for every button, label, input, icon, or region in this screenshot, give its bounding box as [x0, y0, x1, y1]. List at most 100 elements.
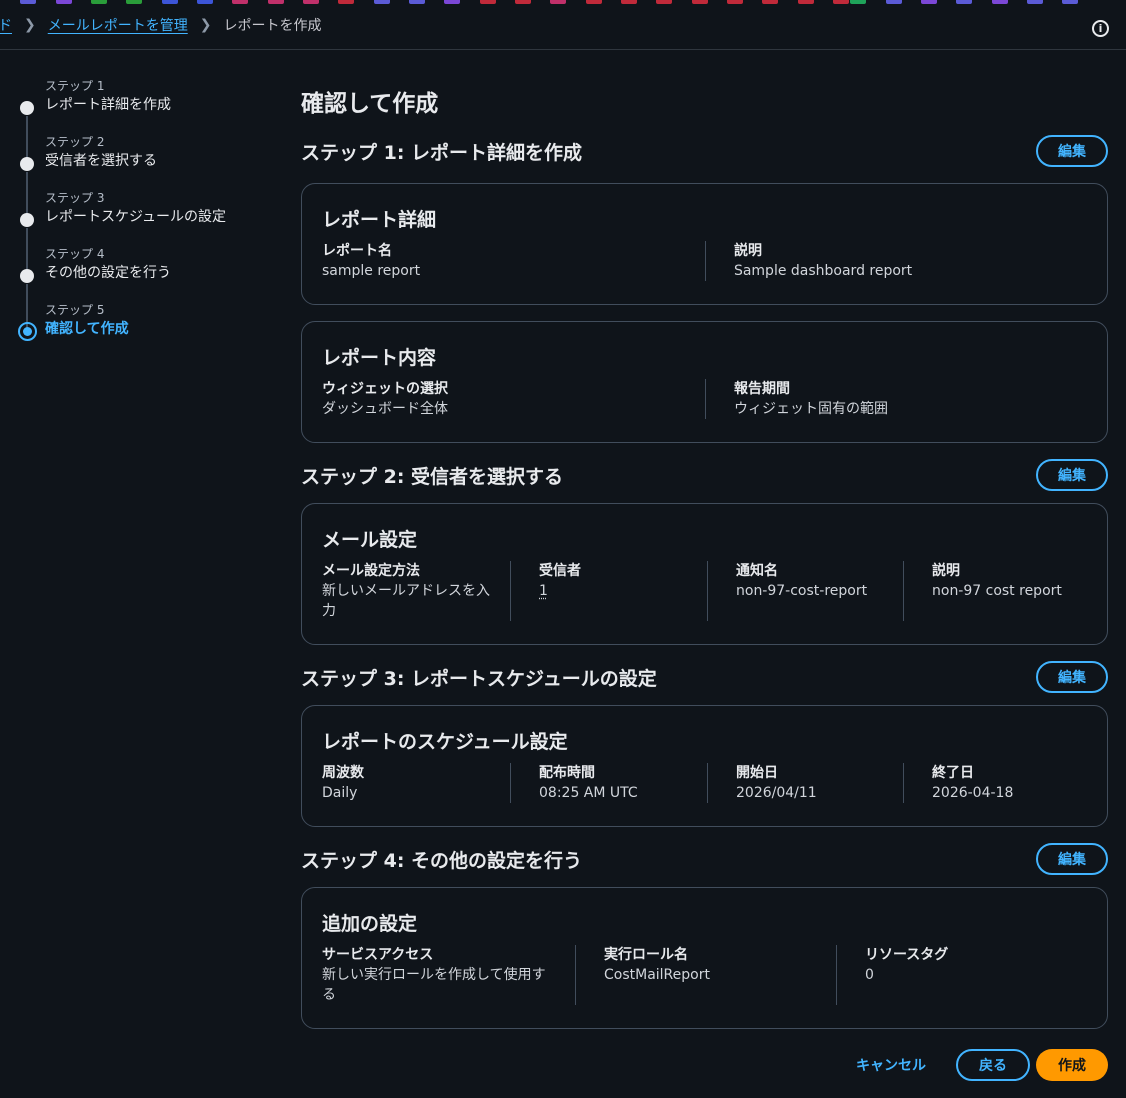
field-label: リソースタグ	[865, 947, 949, 963]
breadcrumb-dashboard-link[interactable]: ド	[0, 15, 12, 35]
step-dot-icon	[20, 157, 34, 171]
step3-header: ステップ 3: レポートスケジュールの設定 編集	[301, 660, 1108, 694]
field-label: サービスアクセス	[322, 947, 434, 963]
step-dot-icon	[20, 101, 34, 115]
field-description: 説明 Sample dashboard report	[704, 241, 1087, 281]
wizard-step-3[interactable]: ステップ 3 レポートスケジュールの設定	[18, 190, 278, 272]
field-value: sample report	[322, 263, 421, 279]
field-report-name: レポート名 sample report	[322, 241, 705, 281]
field-value: 2026-04-18	[932, 785, 1014, 801]
wizard-steps-nav: ステップ 1 レポート詳細を作成 ステップ 2 受信者を選択する ステップ 3 …	[18, 78, 278, 358]
field-label: 受信者	[539, 563, 581, 579]
step2-edit-button[interactable]: 編集	[1036, 459, 1108, 491]
step4-heading: ステップ 4: その他の設定を行う	[301, 849, 583, 872]
step-dot-icon	[20, 269, 34, 283]
recipients-count-link[interactable]: 1	[539, 581, 687, 601]
step2-heading: ステップ 2: 受信者を選択する	[301, 465, 564, 488]
field-label: 説明	[733, 243, 762, 259]
step-label: その他の設定を行う	[45, 265, 171, 281]
step-label: レポート詳細を作成	[45, 97, 171, 113]
field-frequency: 周波数 Daily	[322, 763, 510, 803]
cancel-button[interactable]: キャンセル	[856, 1055, 926, 1075]
step1-header: ステップ 1: レポート詳細を作成 編集	[301, 134, 1108, 168]
wizard-step-4[interactable]: ステップ 4 その他の設定を行う	[18, 246, 278, 328]
field-label: 周波数	[322, 765, 364, 781]
wizard-step-5: ステップ 5 確認して作成	[18, 302, 278, 358]
field-value: CostMailReport	[604, 967, 710, 983]
report-content-card: レポート内容 ウィジェットの選択 ダッシュボード全体 報告期間 ウィジェット固有…	[301, 321, 1108, 443]
field-notification-name: 通知名 non-97-cost-report	[707, 561, 903, 621]
schedule-settings-card: レポートのスケジュール設定 周波数 Daily 配布時間 08:25 AM UT…	[301, 705, 1108, 827]
breadcrumb: ド ❯ メールレポートを管理 ❯ レポートを作成 i	[0, 0, 1126, 50]
field-label: レポート名	[322, 243, 392, 259]
back-button[interactable]: 戻る	[956, 1049, 1030, 1081]
step3-edit-button[interactable]: 編集	[1036, 661, 1108, 693]
step-label: 受信者を選択する	[45, 153, 157, 169]
field-label: 通知名	[736, 563, 778, 579]
card-title: レポートのスケジュール設定	[322, 731, 568, 753]
field-value: ダッシュボード全体	[322, 401, 448, 417]
field-email-method: メール設定方法 新しいメールアドレスを入力	[322, 561, 510, 621]
chevron-right-icon: ❯	[24, 16, 36, 33]
step1-heading: ステップ 1: レポート詳細を作成	[301, 141, 583, 164]
chevron-right-icon: ❯	[199, 16, 212, 33]
field-description: 説明 non-97 cost report	[903, 561, 1087, 621]
wizard-step-2[interactable]: ステップ 2 受信者を選択する	[18, 134, 278, 216]
page-title: 確認して作成	[301, 91, 439, 117]
step-label: 確認して作成	[45, 321, 129, 337]
step-dot-icon	[20, 213, 34, 227]
step-number: ステップ 4	[45, 247, 105, 261]
email-settings-card: メール設定 メール設定方法 新しいメールアドレスを入力 受信者 1 通知名 no…	[301, 503, 1108, 645]
main-content: 確認して作成 ステップ 1: レポート詳細を作成 編集 レポート詳細 レポート名…	[301, 84, 1108, 1029]
field-label: ウィジェットの選択	[322, 381, 448, 397]
field-service-access: サービスアクセス 新しい実行ロールを作成して使用する	[322, 945, 575, 1005]
breadcrumb-current: レポートを作成	[223, 17, 322, 34]
field-execution-role: 実行ロール名 CostMailReport	[575, 945, 836, 1005]
card-title: 追加の設定	[322, 913, 418, 935]
field-end-date: 終了日 2026-04-18	[903, 763, 1087, 803]
field-value: non-97-cost-report	[736, 583, 868, 599]
field-label: 終了日	[932, 765, 974, 781]
field-start-date: 開始日 2026/04/11	[707, 763, 903, 803]
field-value: non-97 cost report	[932, 583, 1062, 599]
step-active-dot-icon	[18, 322, 37, 341]
field-label: 配布時間	[539, 765, 595, 781]
field-resource-tags: リソースタグ 0	[836, 945, 1087, 1005]
field-value: 新しい実行ロールを作成して使用する	[322, 967, 546, 1003]
field-widget-selection: ウィジェットの選択 ダッシュボード全体	[322, 379, 705, 419]
wizard-footer: キャンセル 戻る 作成	[856, 1049, 1108, 1081]
field-label: 開始日	[736, 765, 778, 781]
step3-heading: ステップ 3: レポートスケジュールの設定	[301, 667, 657, 690]
field-label: 説明	[932, 563, 960, 579]
breadcrumb-manage-email-reports-link[interactable]: メールレポートを管理	[48, 15, 188, 35]
card-title: レポート内容	[322, 347, 437, 369]
card-title: レポート詳細	[322, 209, 437, 231]
field-value: 新しいメールアドレスを入力	[322, 583, 490, 619]
field-label: 実行ロール名	[604, 947, 688, 963]
card-title: メール設定	[322, 529, 418, 551]
field-value: Sample dashboard report	[733, 263, 913, 279]
field-recipients: 受信者 1	[510, 561, 707, 621]
step-number: ステップ 1	[45, 79, 105, 93]
field-value: 08:25 AM UTC	[539, 785, 638, 801]
field-value: 2026/04/11	[736, 785, 817, 801]
report-details-card: レポート詳細 レポート名 sample report 説明 Sample das…	[301, 183, 1108, 305]
field-label: 報告期間	[733, 381, 790, 397]
step-number: ステップ 3	[45, 191, 105, 205]
step-label: レポートスケジュールの設定	[45, 209, 227, 225]
step1-edit-button[interactable]: 編集	[1036, 135, 1108, 167]
field-report-period: 報告期間 ウィジェット固有の範囲	[704, 379, 1087, 419]
wizard-step-1[interactable]: ステップ 1 レポート詳細を作成	[18, 78, 278, 160]
step2-header: ステップ 2: 受信者を選択する 編集	[301, 458, 1108, 492]
field-value: ウィジェット固有の範囲	[733, 401, 888, 417]
step4-header: ステップ 4: その他の設定を行う 編集	[301, 842, 1108, 876]
step-number: ステップ 5	[45, 303, 105, 317]
field-delivery-time: 配布時間 08:25 AM UTC	[510, 763, 707, 803]
info-icon[interactable]: i	[1092, 20, 1109, 37]
step-number: ステップ 2	[45, 135, 105, 149]
field-value: Daily	[322, 785, 358, 801]
step4-edit-button[interactable]: 編集	[1036, 843, 1108, 875]
create-button[interactable]: 作成	[1036, 1049, 1108, 1081]
field-value: 0	[865, 967, 874, 983]
additional-settings-card: 追加の設定 サービスアクセス 新しい実行ロールを作成して使用する 実行ロール名 …	[301, 887, 1108, 1029]
